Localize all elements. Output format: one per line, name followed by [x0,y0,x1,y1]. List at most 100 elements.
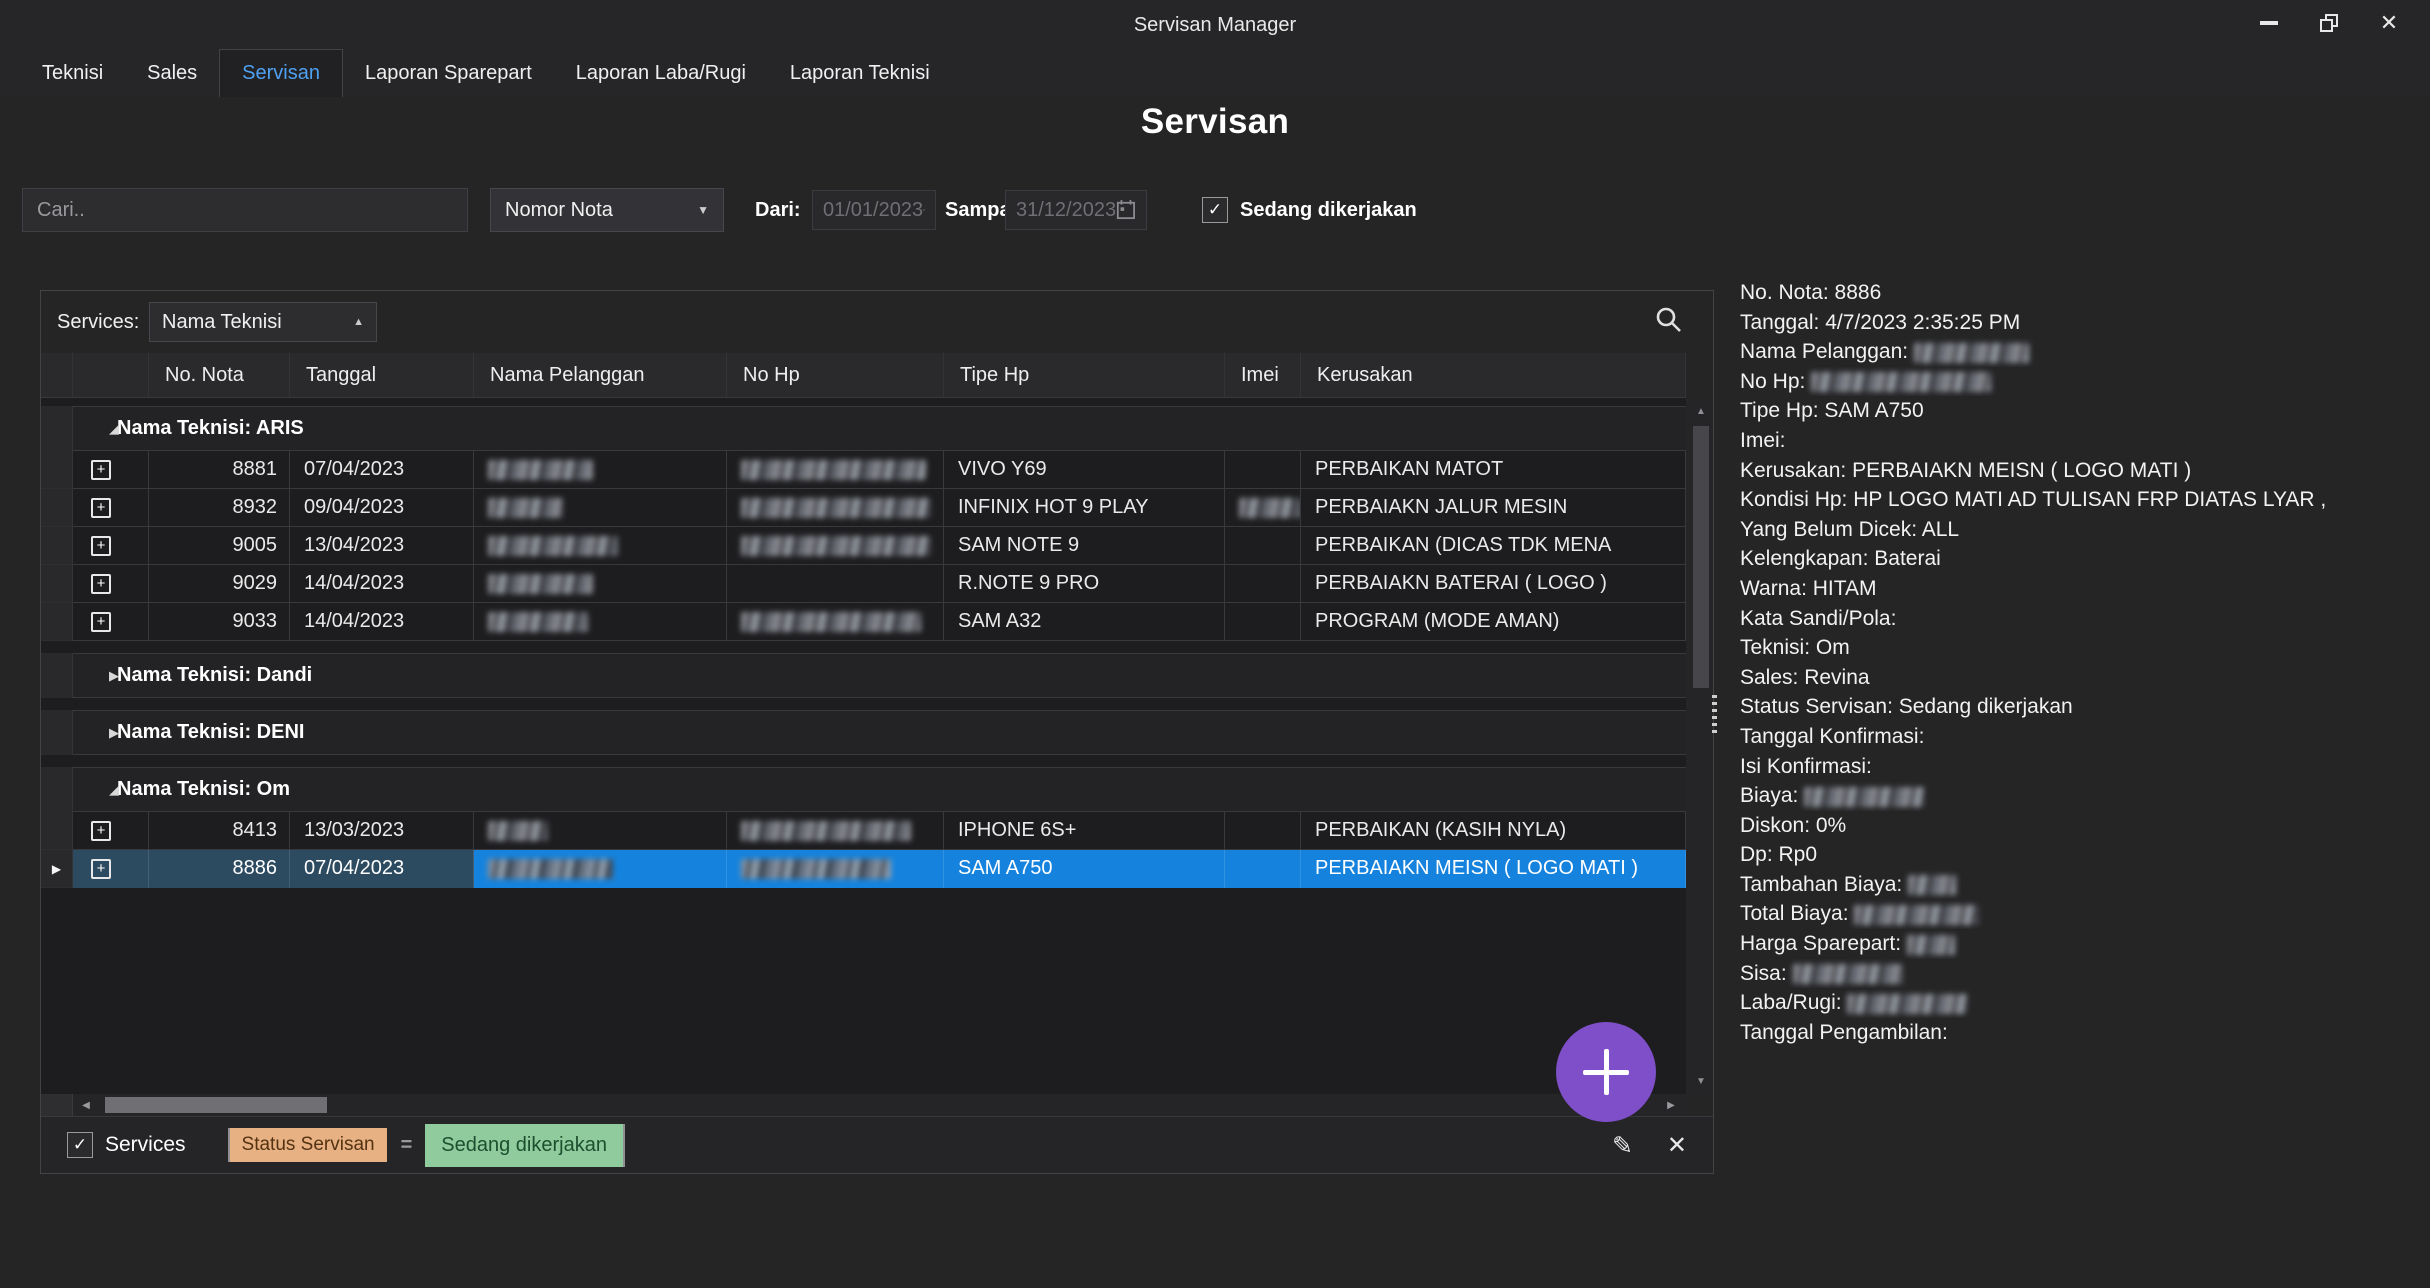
vertical-scrollbar[interactable]: ▲ ▼ [1690,398,1712,1094]
filter-field-dropdown[interactable]: Nomor Nota ▼ [490,188,724,232]
date-to-field[interactable]: 31/12/2023 [1005,190,1147,230]
table-row[interactable]: +900513/04/2023SAM NOTE 9PERBAIKAN (DICA… [41,527,1686,565]
column-header-no-nota[interactable]: No. Nota [149,353,290,398]
restore-button[interactable] [2306,0,2352,46]
row-indicator-cell [41,812,73,850]
group-row[interactable]: ▶Nama Teknisi: Dandi [41,653,1686,698]
detail-panel: No. Nota: 8886Tanggal: 4/7/2023 2:35:25 … [1740,278,2426,1047]
filter-field-badge[interactable]: Status Servisan [228,1128,387,1162]
expand-plus-icon: + [91,498,111,518]
detail-line: Diskon: 0% [1740,811,2426,841]
expand-icon[interactable]: ▶ [109,725,119,741]
expand-plus-icon: + [91,536,111,556]
redacted-value [1907,935,1955,955]
tab-teknisi[interactable]: Teknisi [20,52,125,97]
date-from-field[interactable]: 01/01/2023 [812,190,936,230]
group-row[interactable]: ◢Nama Teknisi: Om [41,767,1686,812]
grid-body: ◢Nama Teknisi: ARIS+888107/04/2023VIVO Y… [41,398,1686,1094]
tab-laporan-teknisi[interactable]: Laporan Teknisi [768,52,952,97]
column-header-blank[interactable] [41,353,73,398]
search-input[interactable] [22,188,468,232]
row-expand-button[interactable]: + [73,451,149,489]
cell-no-hp [727,850,944,888]
cell-no-nota: 8932 [149,489,290,527]
services-filter-label: Services [105,1133,186,1157]
table-row[interactable]: +893209/04/2023INFINIX HOT 9 PLAYPERBAIA… [41,489,1686,527]
detail-line: Nama Pelanggan: [1740,337,2426,367]
row-expand-button[interactable]: + [73,489,149,527]
table-row[interactable]: +888107/04/2023VIVO Y69PERBAIKAN MATOT [41,451,1686,489]
add-button[interactable] [1556,1022,1656,1122]
redacted-value [741,498,931,518]
horizontal-scrollbar[interactable]: ◀ ▶ [41,1094,1686,1116]
row-expand-button[interactable]: + [73,603,149,641]
services-filter-checkbox[interactable]: ✓ [67,1132,93,1158]
clear-filter-icon[interactable]: ✕ [1667,1131,1687,1160]
grid-group-bar: Services: Nama Teknisi ▲ [41,291,1713,353]
tab-laporan-laba-rugi[interactable]: Laporan Laba/Rugi [554,52,768,97]
column-header-tanggal[interactable]: Tanggal [290,353,474,398]
edit-filter-icon[interactable]: ✎ [1612,1131,1633,1161]
status-filter-checkbox[interactable]: ✓ [1202,197,1228,223]
row-expand-button[interactable]: + [73,850,149,888]
table-row[interactable]: +903314/04/2023SAM A32PROGRAM (MODE AMAN… [41,603,1686,641]
scroll-left-icon[interactable]: ◀ [73,1094,99,1116]
status-filter-label: Sedang dikerjakan [1240,186,1417,234]
row-expand-button[interactable]: + [73,812,149,850]
redacted-value [741,460,926,480]
column-header-imei[interactable]: Imei [1225,353,1301,398]
row-expand-button[interactable]: + [73,527,149,565]
table-row[interactable]: +902914/04/2023R.NOTE 9 PROPERBAIAKN BAT… [41,565,1686,603]
group-header: ◢Nama Teknisi: Om [73,767,1686,812]
scroll-down-icon[interactable]: ▼ [1690,1070,1712,1092]
detail-line: Yang Belum Dicek: ALL [1740,515,2426,545]
row-indicator-cell [41,406,73,451]
collapse-icon[interactable]: ◢ [109,782,119,798]
column-header-blank[interactable] [73,353,149,398]
cell-no-hp [727,603,944,641]
close-button[interactable]: ✕ [2366,0,2412,46]
group-row[interactable]: ▶Nama Teknisi: DENI [41,710,1686,755]
cell-kerusakan: PERBAIAKN JALUR MESIN [1301,489,1686,527]
cell-imei [1225,451,1301,489]
column-header-kerusakan[interactable]: Kerusakan [1301,353,1686,398]
tab-sales[interactable]: Sales [125,52,219,97]
filter-value-badge[interactable]: Sedang dikerjakan [425,1124,625,1167]
collapse-icon[interactable]: ◢ [109,421,119,437]
tab-servisan[interactable]: Servisan [219,49,343,97]
table-row[interactable]: ▶+888607/04/2023SAM A750PERBAIAKN MEISN … [41,850,1686,888]
minimize-button[interactable] [2246,0,2292,46]
expand-icon[interactable]: ▶ [109,668,119,684]
panel-splitter-handle[interactable] [1712,695,1717,737]
column-header-nama-pelanggan[interactable]: Nama Pelanggan [474,353,727,398]
group-row[interactable]: ◢Nama Teknisi: ARIS [41,406,1686,451]
detail-line: Kata Sandi/Pola: [1740,604,2426,634]
tab-laporan-sparepart[interactable]: Laporan Sparepart [343,52,554,97]
redacted-value [488,460,593,480]
row-indicator-cell [41,653,73,698]
cell-kerusakan: PERBAIKAN MATOT [1301,451,1686,489]
servisan-manager-window: Servisan Manager ✕ TeknisiSalesServisanL… [0,0,2430,1288]
cell-imei [1225,527,1301,565]
scroll-right-icon[interactable]: ▶ [1658,1094,1684,1116]
column-header-no-hp[interactable]: No Hp [727,353,944,398]
grid-search-button[interactable] [1653,305,1683,340]
expand-plus-icon: + [91,612,111,632]
group-by-chip[interactable]: Nama Teknisi ▲ [149,302,377,342]
vertical-scroll-thumb[interactable] [1693,426,1709,688]
column-header-tipe-hp[interactable]: Tipe Hp [944,353,1225,398]
scroll-up-icon[interactable]: ▲ [1690,400,1712,422]
redacted-value [488,498,563,518]
detail-line: Sales: Revina [1740,663,2426,693]
dari-label: Dari: [755,186,801,234]
table-row[interactable]: +841313/03/2023IPHONE 6S+PERBAIKAN (KASI… [41,812,1686,850]
detail-line: No. Nota: 8886 [1740,278,2426,308]
row-expand-button[interactable]: + [73,565,149,603]
group-title: Nama Teknisi: ARIS [117,417,304,440]
cell-no-nota: 9033 [149,603,290,641]
horizontal-scroll-thumb[interactable] [105,1097,327,1113]
detail-line: Teknisi: Om [1740,633,2426,663]
detail-line: Status Servisan: Sedang dikerjakan [1740,692,2426,722]
cell-tipe-hp: SAM A750 [944,850,1225,888]
redacted-value [488,859,613,879]
